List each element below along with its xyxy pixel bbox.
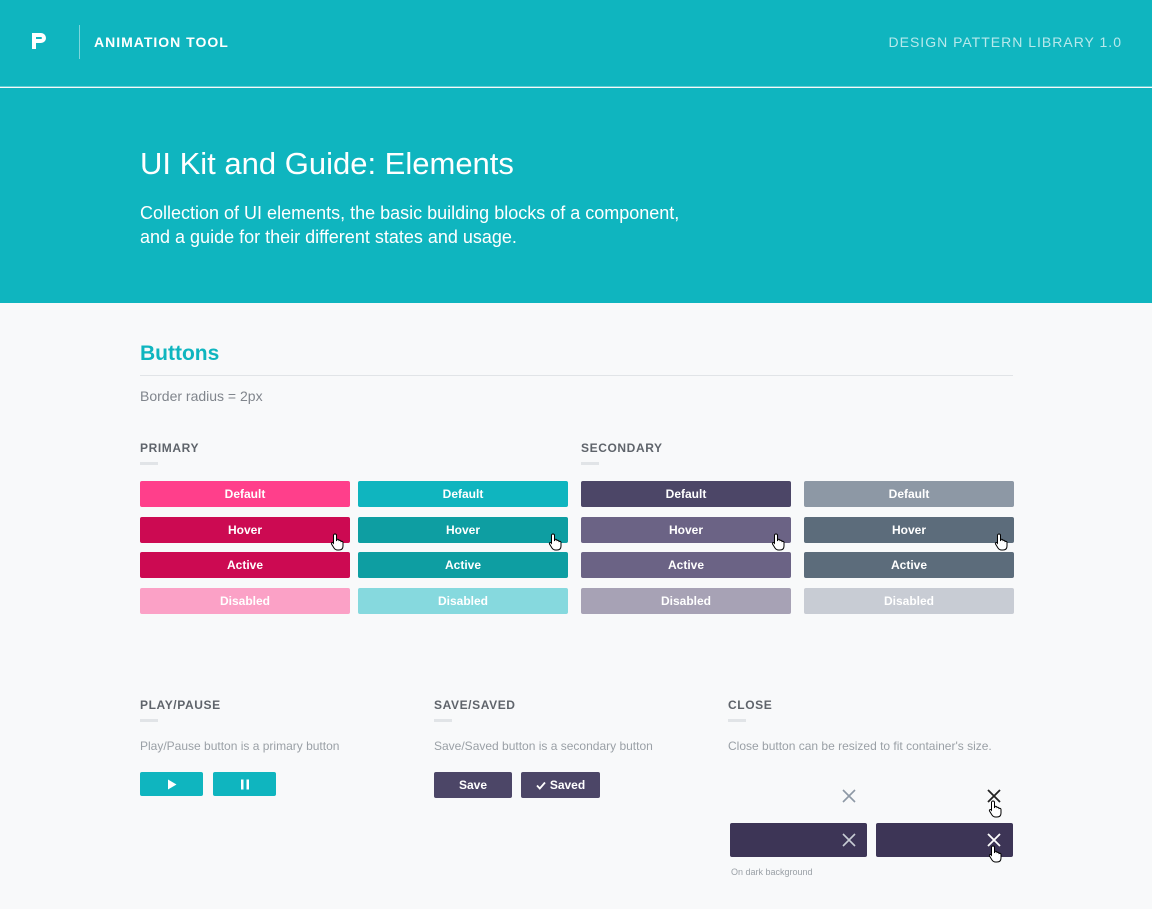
top-bar: ANIMATION TOOL DESIGN PATTERN LIBRARY 1.… (0, 0, 1152, 87)
checkmark-icon (536, 781, 546, 790)
hand-cursor-icon (988, 800, 1002, 818)
secondary-purple-disabled-button: Disabled (581, 588, 791, 614)
page-title: UI Kit and Guide: Elements (140, 146, 514, 181)
section-title-buttons: Buttons (140, 342, 220, 365)
hand-cursor-icon (330, 533, 344, 551)
primary-pink-hover-button[interactable]: Hover (140, 517, 350, 543)
section-divider (140, 375, 1013, 376)
saved-button[interactable]: Saved (521, 772, 600, 798)
play-pause-label: PLAY/PAUSE (140, 698, 221, 722)
secondary-purple-active-button[interactable]: Active (581, 552, 791, 578)
primary-teal-active-button[interactable]: Active (358, 552, 568, 578)
page-subtitle: Collection of UI elements, the basic bui… (140, 203, 680, 247)
play-pause-description: Play/Pause button is a primary button (140, 739, 340, 753)
save-saved-description: Save/Saved button is a secondary button (434, 739, 653, 753)
dark-background-note: On dark background (731, 867, 813, 877)
save-button[interactable]: Save (434, 772, 512, 798)
secondary-purple-hover-button[interactable]: Hover (581, 517, 791, 543)
primary-pink-disabled-button: Disabled (140, 588, 350, 614)
primary-pink-active-button[interactable]: Active (140, 552, 350, 578)
header-divider (79, 25, 80, 59)
close-description: Close button can be resized to fit conta… (728, 739, 992, 753)
save-saved-label: SAVE/SAVED (434, 698, 516, 722)
hand-cursor-icon (548, 533, 562, 551)
close-icon[interactable] (841, 832, 857, 848)
primary-teal-disabled-button: Disabled (358, 588, 568, 614)
primary-teal-hover-button[interactable]: Hover (358, 517, 568, 543)
secondary-gray-active-button[interactable]: Active (804, 552, 1014, 578)
hero-banner: UI Kit and Guide: Elements Collection of… (0, 88, 1152, 303)
secondary-purple-default-button[interactable]: Default (581, 481, 791, 507)
hand-cursor-icon (994, 533, 1008, 551)
primary-label: PRIMARY (140, 441, 200, 465)
secondary-gray-disabled-button: Disabled (804, 588, 1014, 614)
app-title[interactable]: ANIMATION TOOL (94, 34, 229, 50)
saved-label: Saved (549, 778, 586, 792)
hand-cursor-icon (771, 533, 785, 551)
secondary-label: SECONDARY (581, 441, 663, 465)
play-icon (167, 779, 176, 789)
close-label: CLOSE (728, 698, 773, 722)
pause-button[interactable] (213, 772, 276, 796)
play-button[interactable] (140, 772, 203, 796)
close-icon[interactable] (841, 788, 857, 804)
secondary-gray-hover-button[interactable]: Hover (804, 517, 1014, 543)
pause-icon (240, 779, 249, 789)
hand-cursor-icon (988, 845, 1002, 863)
app-logo-icon[interactable] (30, 31, 48, 51)
secondary-gray-default-button[interactable]: Default (804, 481, 1014, 507)
library-title[interactable]: DESIGN PATTERN LIBRARY 1.0 (889, 34, 1122, 50)
primary-teal-default-button[interactable]: Default (358, 481, 568, 507)
border-radius-note: Border radius = 2px (140, 388, 263, 404)
primary-pink-default-button[interactable]: Default (140, 481, 350, 507)
